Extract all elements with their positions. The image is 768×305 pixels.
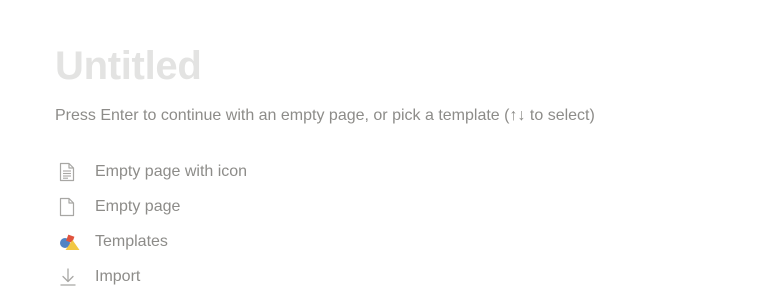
option-label: Templates (95, 232, 168, 250)
option-label: Import (95, 267, 141, 285)
option-import[interactable]: Import (55, 259, 247, 294)
page-title[interactable]: Untitled (55, 42, 202, 90)
option-empty-page[interactable]: Empty page (55, 189, 247, 224)
new-page-view: Untitled Press Enter to continue with an… (55, 0, 768, 305)
blank-document-icon (59, 196, 89, 218)
option-label: Empty page with icon (95, 162, 248, 180)
option-label: Empty page (95, 197, 181, 215)
template-hint: Press Enter to continue with an empty pa… (55, 107, 595, 124)
option-empty-page-with-icon[interactable]: Empty page with icon (55, 154, 247, 189)
import-arrow-icon (59, 266, 89, 288)
option-templates[interactable]: Templates (55, 224, 247, 259)
template-options: Empty page with icon Empty page Template… (55, 154, 247, 294)
templates-shapes-icon (59, 231, 89, 253)
document-lines-icon (59, 161, 89, 183)
